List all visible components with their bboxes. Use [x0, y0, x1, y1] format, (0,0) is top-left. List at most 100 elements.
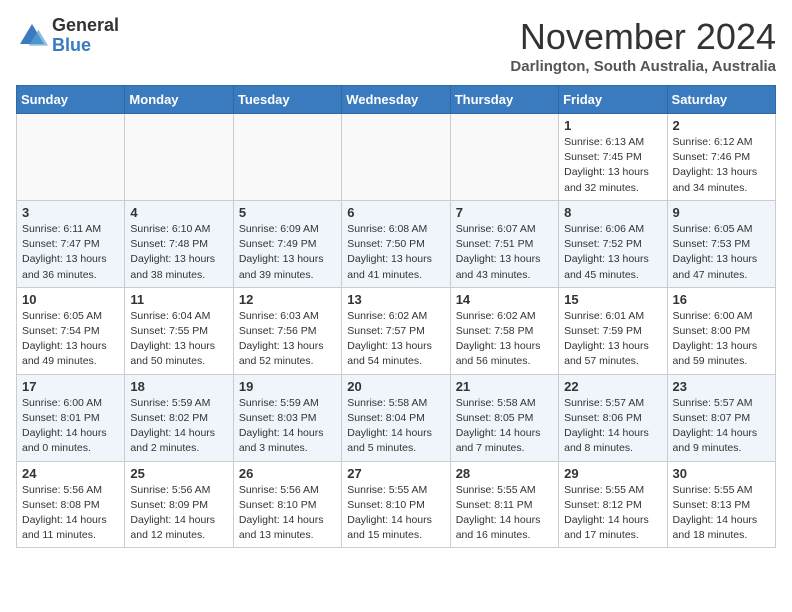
calendar-cell: 6 Sunrise: 6:08 AMSunset: 7:50 PMDaylight… — [342, 200, 450, 287]
day-info: Sunrise: 5:55 AMSunset: 8:12 PMDaylight:… — [564, 483, 661, 544]
day-number: 19 — [239, 379, 336, 394]
calendar-cell: 2Sunrise: 6:12 AMSunset: 7:46 PMDaylight… — [667, 114, 775, 201]
calendar-cell: 5 Sunrise: 6:09 AMSunset: 7:49 PMDaylight… — [233, 200, 341, 287]
month-title: November 2024 — [510, 16, 776, 58]
day-info: Sunrise: 6:02 AMSunset: 7:58 PMDaylight:… — [456, 309, 553, 370]
day-info: Sunrise: 6:07 AMSunset: 7:51 PMDaylight:… — [456, 222, 553, 283]
day-number: 26 — [239, 466, 336, 481]
logo-icon — [16, 20, 48, 52]
day-info: Sunrise: 5:55 AMSunset: 8:11 PMDaylight:… — [456, 483, 553, 544]
day-number: 25 — [130, 466, 227, 481]
day-info: Sunrise: 6:06 AMSunset: 7:52 PMDaylight:… — [564, 222, 661, 283]
weekday-header: Tuesday — [233, 86, 341, 114]
calendar-cell: 8 Sunrise: 6:06 AMSunset: 7:52 PMDaylight… — [559, 200, 667, 287]
calendar-cell: 13Sunrise: 6:02 AMSunset: 7:57 PMDayligh… — [342, 287, 450, 374]
day-number: 29 — [564, 466, 661, 481]
calendar-cell: 21 Sunrise: 5:58 AMSunset: 8:05 PMDayligh… — [450, 374, 558, 461]
calendar-cell: 17 Sunrise: 6:00 AMSunset: 8:01 PMDayligh… — [17, 374, 125, 461]
day-info: Sunrise: 5:58 AMSunset: 8:04 PMDaylight:… — [347, 396, 444, 457]
day-info: Sunrise: 5:58 AMSunset: 8:05 PMDaylight:… — [456, 396, 553, 457]
calendar-cell: 26 Sunrise: 5:56 AMSunset: 8:10 PMDayligh… — [233, 461, 341, 548]
calendar-cell: 25 Sunrise: 5:56 AMSunset: 8:09 PMDayligh… — [125, 461, 233, 548]
day-number: 2 — [673, 118, 770, 133]
calendar-cell: 12 Sunrise: 6:03 AMSunset: 7:56 PMDayligh… — [233, 287, 341, 374]
calendar-week-row: 3Sunrise: 6:11 AMSunset: 7:47 PMDaylight… — [17, 200, 776, 287]
calendar-cell: 27 Sunrise: 5:55 AMSunset: 8:10 PMDayligh… — [342, 461, 450, 548]
day-info: Sunrise: 6:00 AMSunset: 8:01 PMDaylight:… — [22, 396, 119, 457]
calendar-header-row: SundayMondayTuesdayWednesdayThursdayFrid… — [17, 86, 776, 114]
day-number: 27 — [347, 466, 444, 481]
logo-general: General — [52, 16, 119, 36]
day-number: 15 — [564, 292, 661, 307]
calendar-cell: 4 Sunrise: 6:10 AMSunset: 7:48 PMDaylight… — [125, 200, 233, 287]
day-info: Sunrise: 5:56 AMSunset: 8:08 PMDaylight:… — [22, 483, 119, 544]
logo-blue: Blue — [52, 36, 119, 56]
day-number: 12 — [239, 292, 336, 307]
day-info: Sunrise: 6:05 AMSunset: 7:53 PMDaylight:… — [673, 222, 770, 283]
calendar-cell: 7 Sunrise: 6:07 AMSunset: 7:51 PMDaylight… — [450, 200, 558, 287]
calendar-week-row: 17 Sunrise: 6:00 AMSunset: 8:01 PMDayligh… — [17, 374, 776, 461]
weekday-header: Friday — [559, 86, 667, 114]
calendar-cell — [17, 114, 125, 201]
calendar-cell: 3Sunrise: 6:11 AMSunset: 7:47 PMDaylight… — [17, 200, 125, 287]
calendar-cell: 10Sunrise: 6:05 AMSunset: 7:54 PMDayligh… — [17, 287, 125, 374]
day-number: 8 — [564, 205, 661, 220]
day-info: Sunrise: 5:56 AMSunset: 8:10 PMDaylight:… — [239, 483, 336, 544]
calendar-table: SundayMondayTuesdayWednesdayThursdayFrid… — [16, 85, 776, 548]
logo: General Blue — [16, 16, 119, 56]
day-info: Sunrise: 6:05 AMSunset: 7:54 PMDaylight:… — [22, 309, 119, 370]
title-block: November 2024 Darlington, South Australi… — [510, 16, 776, 75]
location-subtitle: Darlington, South Australia, Australia — [510, 58, 776, 75]
day-info: Sunrise: 6:08 AMSunset: 7:50 PMDaylight:… — [347, 222, 444, 283]
day-number: 9 — [673, 205, 770, 220]
calendar-cell: 1 Sunrise: 6:13 AMSunset: 7:45 PMDaylight… — [559, 114, 667, 201]
day-number: 5 — [239, 205, 336, 220]
day-info: Sunrise: 6:13 AMSunset: 7:45 PMDaylight:… — [564, 135, 661, 196]
calendar-cell — [233, 114, 341, 201]
calendar-week-row: 1 Sunrise: 6:13 AMSunset: 7:45 PMDaylight… — [17, 114, 776, 201]
day-number: 1 — [564, 118, 661, 133]
day-info: Sunrise: 6:04 AMSunset: 7:55 PMDaylight:… — [130, 309, 227, 370]
page-header: General Blue November 2024 Darlington, S… — [16, 16, 776, 75]
day-info: Sunrise: 5:56 AMSunset: 8:09 PMDaylight:… — [130, 483, 227, 544]
day-info: Sunrise: 6:00 AMSunset: 8:00 PMDaylight:… — [673, 309, 770, 370]
day-number: 6 — [347, 205, 444, 220]
calendar-cell — [450, 114, 558, 201]
weekday-header: Monday — [125, 86, 233, 114]
day-number: 13 — [347, 292, 444, 307]
calendar-cell: 23Sunrise: 5:57 AMSunset: 8:07 PMDayligh… — [667, 374, 775, 461]
weekday-header: Saturday — [667, 86, 775, 114]
day-number: 18 — [130, 379, 227, 394]
calendar-cell: 29 Sunrise: 5:55 AMSunset: 8:12 PMDayligh… — [559, 461, 667, 548]
calendar-cell: 30Sunrise: 5:55 AMSunset: 8:13 PMDayligh… — [667, 461, 775, 548]
day-number: 17 — [22, 379, 119, 394]
day-info: Sunrise: 5:59 AMSunset: 8:03 PMDaylight:… — [239, 396, 336, 457]
calendar-cell: 11 Sunrise: 6:04 AMSunset: 7:55 PMDayligh… — [125, 287, 233, 374]
logo-text: General Blue — [52, 16, 119, 56]
day-info: Sunrise: 5:55 AMSunset: 8:10 PMDaylight:… — [347, 483, 444, 544]
calendar-cell: 9 Sunrise: 6:05 AMSunset: 7:53 PMDaylight… — [667, 200, 775, 287]
day-info: Sunrise: 6:03 AMSunset: 7:56 PMDaylight:… — [239, 309, 336, 370]
calendar-cell — [342, 114, 450, 201]
day-number: 7 — [456, 205, 553, 220]
calendar-cell: 28Sunrise: 5:55 AMSunset: 8:11 PMDayligh… — [450, 461, 558, 548]
day-number: 16 — [673, 292, 770, 307]
calendar-cell — [125, 114, 233, 201]
day-info: Sunrise: 6:09 AMSunset: 7:49 PMDaylight:… — [239, 222, 336, 283]
calendar-cell: 16 Sunrise: 6:00 AMSunset: 8:00 PMDayligh… — [667, 287, 775, 374]
day-number: 21 — [456, 379, 553, 394]
calendar-cell: 24 Sunrise: 5:56 AMSunset: 8:08 PMDayligh… — [17, 461, 125, 548]
day-number: 11 — [130, 292, 227, 307]
day-number: 24 — [22, 466, 119, 481]
day-number: 3 — [22, 205, 119, 220]
calendar-week-row: 24 Sunrise: 5:56 AMSunset: 8:08 PMDayligh… — [17, 461, 776, 548]
day-number: 20 — [347, 379, 444, 394]
calendar-cell: 22Sunrise: 5:57 AMSunset: 8:06 PMDayligh… — [559, 374, 667, 461]
day-info: Sunrise: 6:10 AMSunset: 7:48 PMDaylight:… — [130, 222, 227, 283]
day-info: Sunrise: 5:57 AMSunset: 8:06 PMDaylight:… — [564, 396, 661, 457]
day-number: 4 — [130, 205, 227, 220]
day-number: 30 — [673, 466, 770, 481]
day-info: Sunrise: 6:01 AMSunset: 7:59 PMDaylight:… — [564, 309, 661, 370]
calendar-cell: 18Sunrise: 5:59 AMSunset: 8:02 PMDayligh… — [125, 374, 233, 461]
day-number: 14 — [456, 292, 553, 307]
